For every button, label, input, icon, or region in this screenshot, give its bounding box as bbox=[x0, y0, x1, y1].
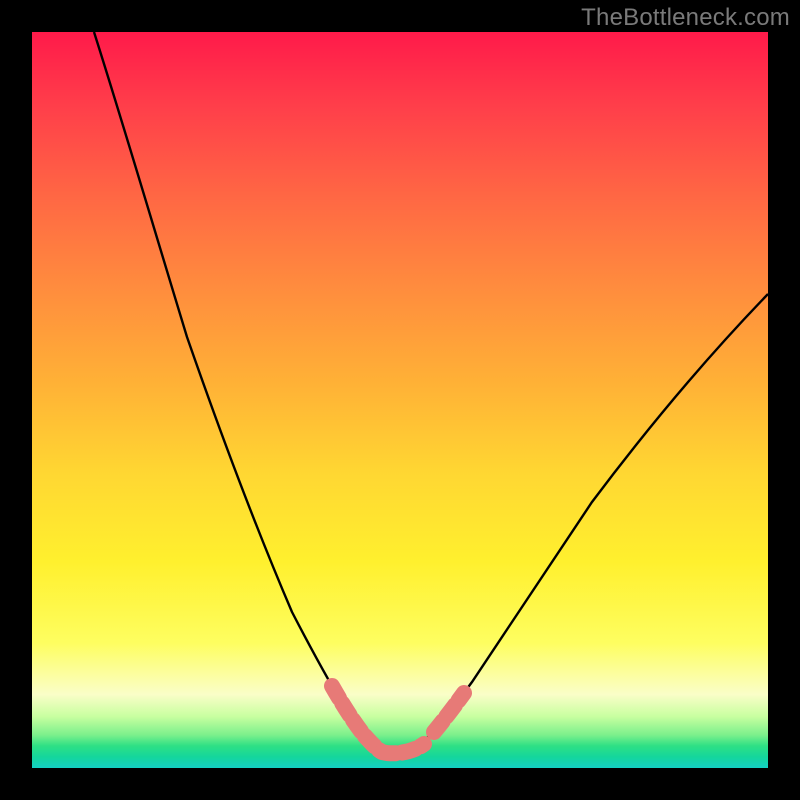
chart-frame: TheBottleneck.com bbox=[0, 0, 800, 800]
watermark-text: TheBottleneck.com bbox=[581, 4, 790, 32]
highlight-left bbox=[332, 686, 382, 752]
highlight-bottom bbox=[382, 744, 424, 753]
plot-area bbox=[32, 32, 768, 768]
highlight-right bbox=[434, 693, 464, 732]
bottleneck-curve bbox=[94, 32, 768, 754]
curve-layer bbox=[32, 32, 768, 768]
